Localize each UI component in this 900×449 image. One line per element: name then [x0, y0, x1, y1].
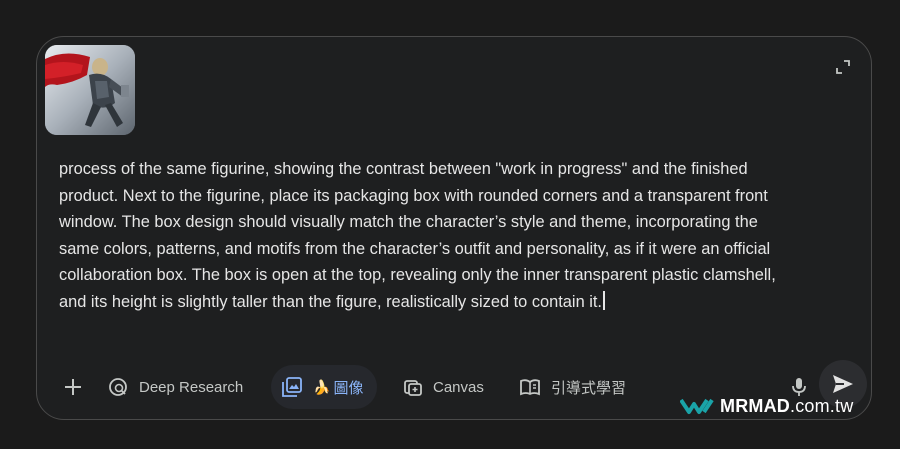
prompt-input[interactable]: process of the same figurine, showing th…	[59, 156, 799, 316]
mrmad-logo-icon	[680, 398, 714, 414]
text-cursor	[603, 290, 605, 310]
guided-learning-button[interactable]: 引導式學習	[519, 363, 626, 411]
deep-research-label: Deep Research	[139, 378, 244, 396]
canvas-label: Canvas	[433, 378, 484, 396]
deep-research-button[interactable]: Deep Research	[107, 363, 243, 411]
watermark-domain: .com.tw	[790, 395, 854, 416]
image-gallery-icon	[282, 377, 302, 397]
send-icon	[833, 375, 853, 393]
watermark-brand: MRMAD	[720, 395, 790, 416]
add-button[interactable]	[55, 363, 91, 411]
thumbnail-image	[45, 45, 135, 135]
guided-learning-label: 引導式學習	[551, 379, 627, 397]
expand-icon[interactable]	[835, 59, 851, 75]
attached-image-thumbnail[interactable]	[45, 45, 135, 135]
book-icon	[520, 379, 540, 396]
canvas-button[interactable]: Canvas	[403, 363, 484, 411]
image-label: 圖像	[333, 379, 364, 397]
prompt-text: process of the same figurine, showing th…	[59, 160, 781, 311]
prompt-composer: process of the same figurine, showing th…	[36, 36, 872, 420]
deep-research-icon	[109, 378, 127, 396]
banana-icon: 🍌	[313, 378, 331, 395]
canvas-icon	[404, 380, 422, 396]
image-tool-chip[interactable]: 🍌 圖像	[271, 365, 378, 409]
mrmad-watermark: MRMAD .com.tw	[680, 393, 853, 419]
plus-icon	[65, 379, 81, 395]
